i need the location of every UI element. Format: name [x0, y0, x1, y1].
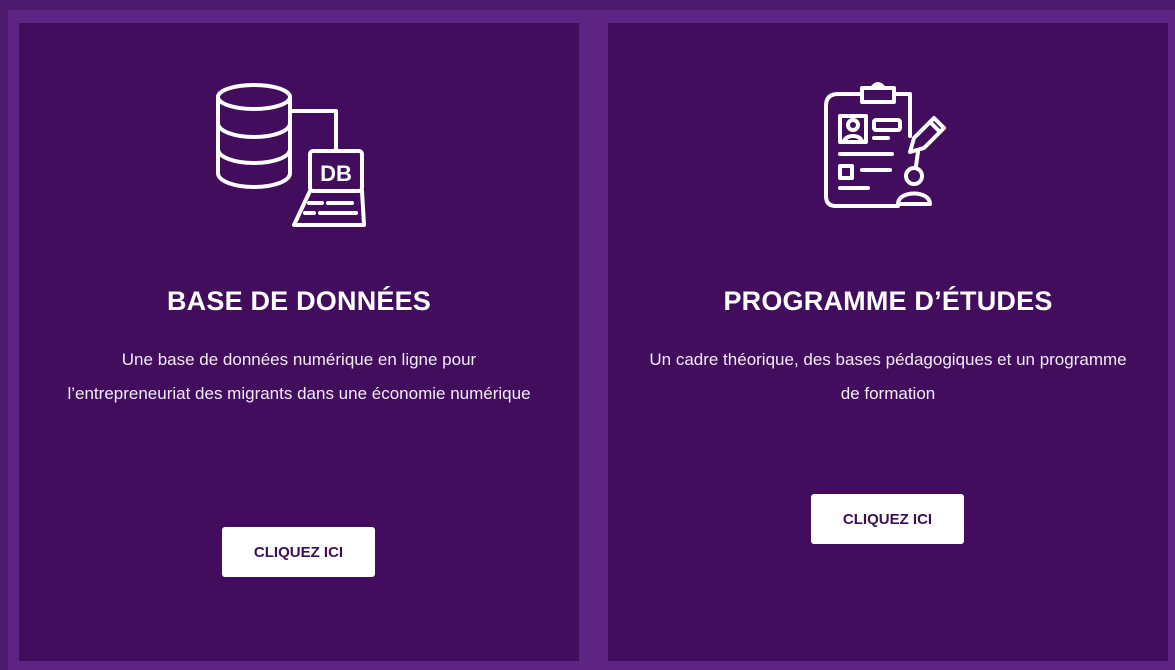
curriculum-description: Un cadre théorique, des bases pédagogiqu… — [649, 350, 1127, 403]
database-icon: DB — [216, 83, 366, 227]
curriculum-icon-wrapper — [608, 80, 1168, 214]
database-title: BASE DE DONNÉES — [166, 286, 432, 316]
database-cta-button[interactable]: CLIQUEZ ICI — [222, 527, 375, 577]
database-icon-wrapper: DB — [19, 81, 579, 241]
database-description: Une base de données numérique en ligne p… — [67, 350, 531, 403]
curriculum-title: PROGRAMME D’ÉTUDES — [723, 286, 1053, 316]
db-label-text: DB — [320, 161, 352, 186]
curriculum-cta-button[interactable]: CLIQUEZ ICI — [811, 494, 964, 544]
curriculum-clipboard-icon — [824, 82, 946, 208]
curriculum-card: PROGRAMME D’ÉTUDES Un cadre théorique, d… — [608, 23, 1168, 661]
database-card: DB BASE DE DONNÉES Une base de données n… — [19, 23, 579, 661]
